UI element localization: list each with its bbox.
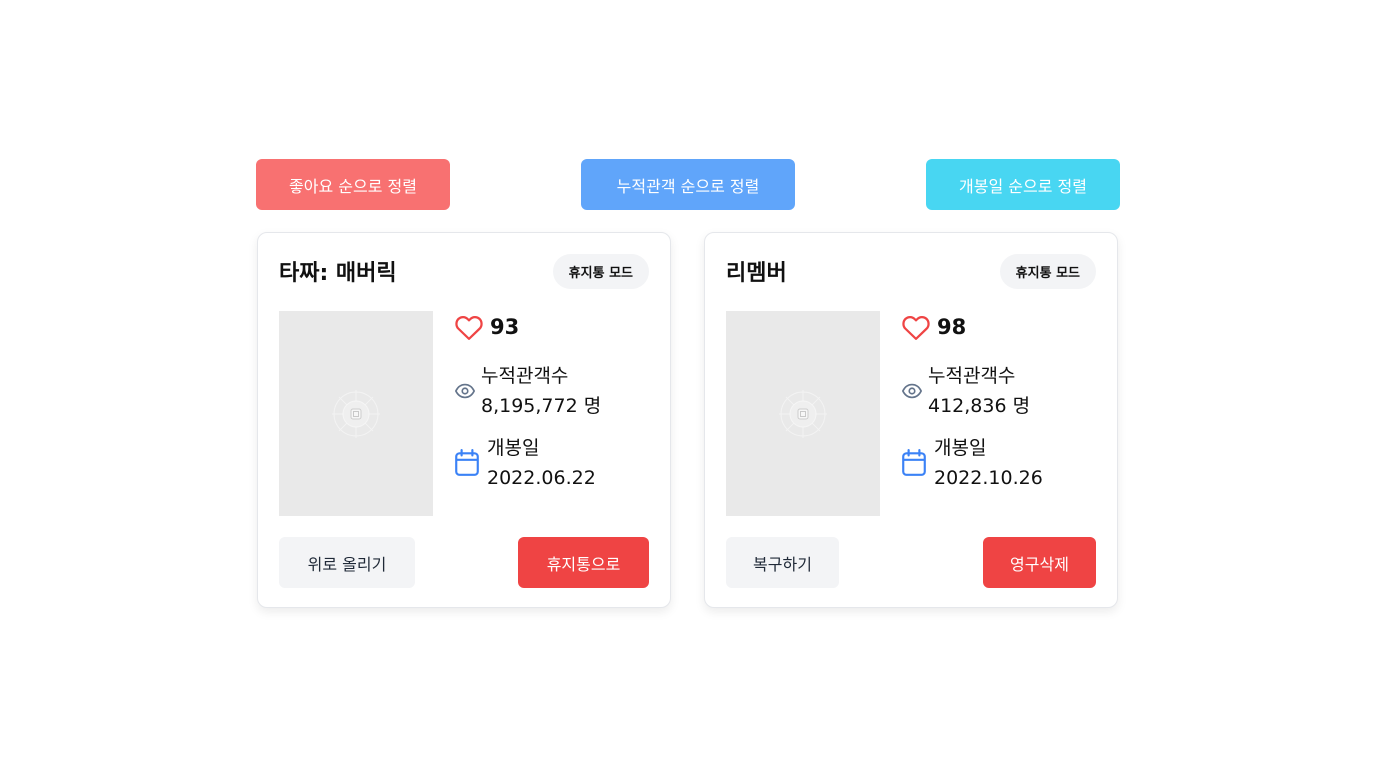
likes-count: 98 [937, 315, 967, 339]
move-to-trash-button[interactable]: 휴지통으로 [518, 537, 649, 588]
sort-by-release-date-button[interactable]: 개봉일 순으로 정렬 [926, 159, 1120, 210]
likes-stat: 93 [454, 313, 519, 341]
trash-mode-button[interactable]: 휴지통 모드 [999, 254, 1096, 289]
sort-by-audience-button[interactable]: 누적관객 순으로 정렬 [581, 159, 795, 210]
release-stat: 개봉일 2022.06.22 [454, 433, 596, 493]
image-placeholder-icon [332, 390, 380, 438]
audience-label: 누적관객수 [928, 365, 1016, 387]
restore-button[interactable]: 복구하기 [726, 537, 839, 588]
release-stat: 개봉일 2022.10.26 [901, 433, 1043, 493]
image-placeholder-icon [779, 390, 827, 438]
eye-icon [902, 383, 922, 399]
likes-stat: 98 [901, 313, 966, 341]
audience-value: 8,195,772 명 [481, 395, 602, 417]
movie-title: 리멤버 [726, 261, 787, 286]
sort-toolbar: 좋아요 순으로 정렬 누적관객 순으로 정렬 개봉일 순으로 정렬 [256, 159, 1120, 210]
movie-card: 리멤버 휴지통 모드 98 누적관객수 412,836 명 개봉일 2022.1… [704, 232, 1118, 608]
audience-label: 누적관객수 [481, 365, 569, 387]
permanent-delete-button[interactable]: 영구삭제 [983, 537, 1096, 588]
calendar-icon [902, 449, 926, 476]
heart-icon[interactable] [454, 313, 484, 341]
movie-poster [279, 311, 433, 516]
release-date: 2022.06.22 [487, 467, 596, 489]
calendar-icon [455, 449, 479, 476]
eye-icon [455, 383, 475, 399]
move-up-button[interactable]: 위로 올리기 [279, 537, 415, 588]
audience-stat: 누적관객수 8,195,772 명 [454, 361, 601, 421]
audience-value: 412,836 명 [928, 395, 1031, 417]
release-label: 개봉일 [487, 437, 540, 459]
likes-count: 93 [490, 315, 520, 339]
sort-by-likes-button[interactable]: 좋아요 순으로 정렬 [256, 159, 450, 210]
heart-icon[interactable] [901, 313, 931, 341]
trash-mode-button[interactable]: 휴지통 모드 [552, 254, 649, 289]
release-date: 2022.10.26 [934, 467, 1043, 489]
audience-stat: 누적관객수 412,836 명 [901, 361, 1030, 421]
movie-poster [726, 311, 880, 516]
movie-card: 타짜: 매버릭 휴지통 모드 93 누적관객수 8,195,772 명 개봉일 … [257, 232, 671, 608]
movie-title: 타짜: 매버릭 [279, 261, 397, 286]
release-label: 개봉일 [934, 437, 987, 459]
